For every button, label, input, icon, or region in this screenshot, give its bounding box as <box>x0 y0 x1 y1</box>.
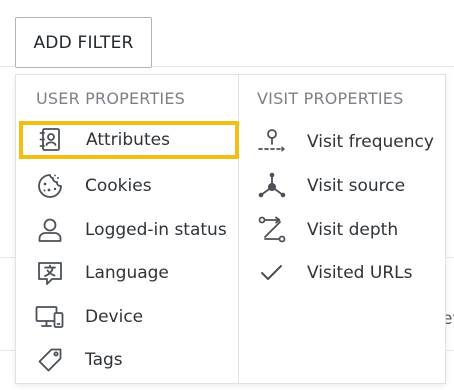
menu-item-label: Cookies <box>85 176 152 196</box>
menu-item-visit-source[interactable]: Visit source <box>257 167 405 205</box>
visit-properties-header: VISIT PROPERTIES <box>257 89 404 108</box>
filter-dropdown-menu: USER PROPERTIES VISIT PROPERTIES Attribu… <box>15 74 446 384</box>
menu-item-attributes[interactable]: Attributes <box>19 121 239 159</box>
menu-item-tags[interactable]: Tags <box>35 341 123 379</box>
menu-item-cookies[interactable]: Cookies <box>35 167 152 205</box>
menu-item-visited-urls[interactable]: Visited URLs <box>257 254 412 292</box>
translate-icon <box>35 258 65 288</box>
depth-path-icon <box>257 215 287 245</box>
menu-item-label: Language <box>85 263 169 283</box>
source-network-icon <box>257 171 287 201</box>
menu-item-visit-depth[interactable]: Visit depth <box>257 211 398 249</box>
menu-item-label: Device <box>85 307 144 327</box>
tag-icon <box>35 345 65 375</box>
devices-icon <box>35 302 65 332</box>
menu-item-label: Visit source <box>307 176 406 196</box>
menu-item-label: Logged-in status <box>85 220 227 240</box>
checkmark-icon <box>257 258 287 288</box>
menu-item-label: Visit frequency <box>307 132 434 152</box>
user-properties-header: USER PROPERTIES <box>36 89 186 108</box>
contact-book-icon <box>35 125 65 155</box>
menu-item-device[interactable]: Device <box>35 298 143 336</box>
menu-item-label: Tags <box>85 350 123 370</box>
cookie-icon <box>35 171 65 201</box>
frequency-icon <box>257 127 287 157</box>
user-icon <box>35 215 65 245</box>
add-filter-button[interactable]: ADD FILTER <box>15 17 152 68</box>
menu-item-language[interactable]: Language <box>35 254 169 292</box>
menu-item-label: Attributes <box>86 130 170 150</box>
menu-item-label: Visited URLs <box>307 263 413 283</box>
menu-item-label: Visit depth <box>307 220 399 240</box>
menu-item-logged-in-status[interactable]: Logged-in status <box>35 211 227 249</box>
menu-item-visit-frequency[interactable]: Visit frequency <box>257 123 434 161</box>
